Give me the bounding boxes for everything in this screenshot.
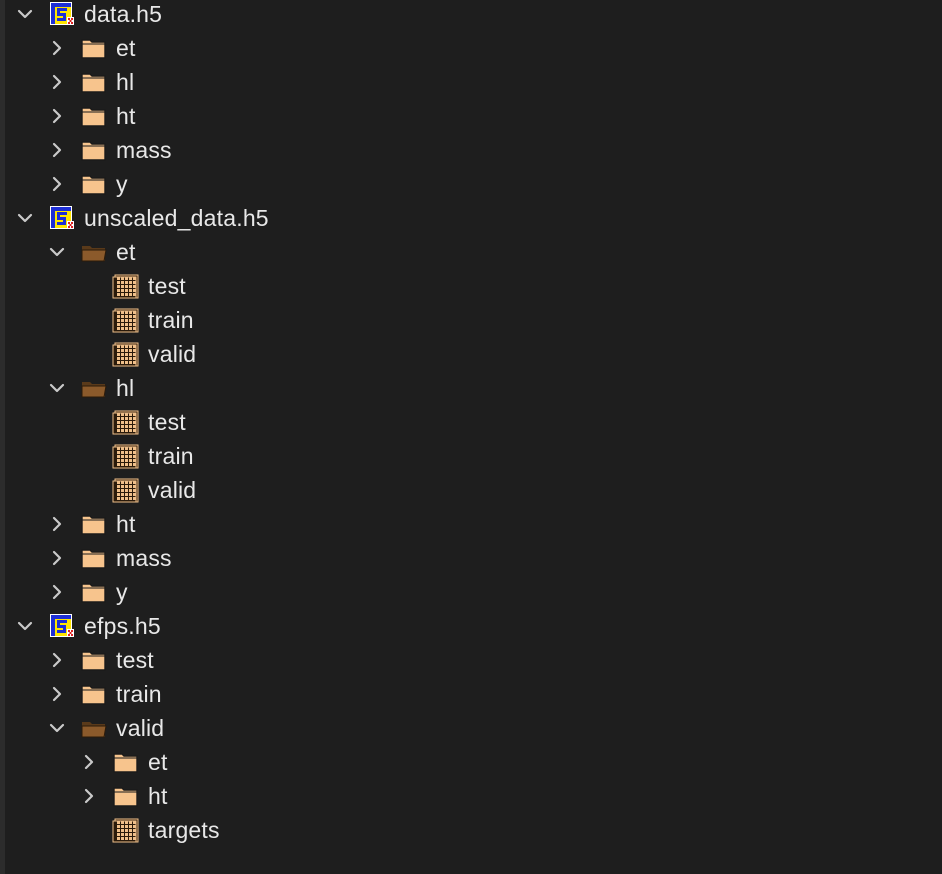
chevron-right-icon[interactable] (46, 683, 68, 705)
tree-item-label: ht (148, 783, 168, 809)
folder-icon (80, 35, 108, 61)
tree-group-row[interactable]: et (0, 31, 942, 65)
chevron-right-icon[interactable] (46, 71, 68, 93)
chevron-right-icon[interactable] (46, 513, 68, 535)
folder-icon (80, 375, 108, 401)
tree-item-label: train (116, 681, 162, 707)
tree-group-row[interactable]: hl (0, 65, 942, 99)
folder-icon (80, 681, 108, 707)
folder-icon (80, 579, 108, 605)
tree-item-label: targets (148, 817, 220, 843)
tree-dataset-row[interactable]: valid (0, 337, 942, 371)
folder-icon (80, 239, 108, 265)
tree-group-row[interactable]: valid (0, 711, 942, 745)
chevron-down-icon[interactable] (14, 207, 36, 229)
tree-group-row[interactable]: ht (0, 779, 942, 813)
folder-icon (112, 783, 140, 809)
tree-item-label: valid (116, 715, 165, 741)
tree-item-label: et (116, 239, 136, 265)
tree-file-row[interactable]: data.h5 (0, 0, 942, 31)
chevron-down-icon[interactable] (14, 3, 36, 25)
tree-item-label: test (148, 409, 186, 435)
tree-item-label: y (116, 579, 128, 605)
tree-group-row[interactable]: et (0, 745, 942, 779)
tree-item-label: y (116, 171, 128, 197)
hdf5-file-icon (48, 205, 76, 231)
chevron-right-icon[interactable] (46, 173, 68, 195)
tree-item-label: hl (116, 69, 135, 95)
tree-group-row[interactable]: hl (0, 371, 942, 405)
dataset-grid-icon (112, 409, 140, 435)
dataset-grid-icon (112, 817, 140, 843)
tree-group-row[interactable]: ht (0, 99, 942, 133)
folder-icon (112, 749, 140, 775)
chevron-right-icon[interactable] (46, 105, 68, 127)
folder-icon (80, 103, 108, 129)
folder-icon (80, 511, 108, 537)
tree-file-row[interactable]: unscaled_data.h5 (0, 201, 942, 235)
tree-group-row[interactable]: test (0, 643, 942, 677)
tree-item-label: ht (116, 103, 136, 129)
tree-dataset-row[interactable]: targets (0, 813, 942, 847)
tree-item-label: mass (116, 137, 172, 163)
chevron-down-icon[interactable] (46, 377, 68, 399)
chevron-right-icon[interactable] (46, 649, 68, 671)
chevron-down-icon[interactable] (46, 241, 68, 263)
folder-icon (80, 715, 108, 741)
tree-item-label: unscaled_data.h5 (84, 205, 269, 231)
folder-icon (80, 137, 108, 163)
dataset-grid-icon (112, 307, 140, 333)
tree-item-label: hl (116, 375, 135, 401)
tree-group-row[interactable]: y (0, 575, 942, 609)
tree-dataset-row[interactable]: test (0, 405, 942, 439)
tree-dataset-row[interactable]: test (0, 269, 942, 303)
dataset-grid-icon (112, 273, 140, 299)
folder-icon (80, 647, 108, 673)
hdf5-file-tree: data.h5 et hl ht mass y unscaled_data.h5… (0, 0, 942, 847)
tree-item-label: et (148, 749, 168, 775)
folder-icon (80, 545, 108, 571)
tree-dataset-row[interactable]: valid (0, 473, 942, 507)
chevron-right-icon[interactable] (46, 37, 68, 59)
tree-item-label: mass (116, 545, 172, 571)
dataset-grid-icon (112, 477, 140, 503)
tree-group-row[interactable]: mass (0, 541, 942, 575)
chevron-right-icon[interactable] (46, 581, 68, 603)
chevron-down-icon[interactable] (14, 615, 36, 637)
tree-item-label: valid (148, 341, 197, 367)
chevron-right-icon[interactable] (46, 547, 68, 569)
dataset-grid-icon (112, 341, 140, 367)
hdf5-file-icon (48, 613, 76, 639)
tree-file-row[interactable]: efps.h5 (0, 609, 942, 643)
tree-group-row[interactable]: ht (0, 507, 942, 541)
tree-group-row[interactable]: mass (0, 133, 942, 167)
tree-item-label: data.h5 (84, 1, 163, 27)
tree-item-label: train (148, 443, 194, 469)
tree-dataset-row[interactable]: train (0, 439, 942, 473)
chevron-right-icon[interactable] (78, 785, 100, 807)
tree-item-label: test (148, 273, 186, 299)
chevron-right-icon[interactable] (78, 751, 100, 773)
tree-dataset-row[interactable]: train (0, 303, 942, 337)
tree-item-label: test (116, 647, 154, 673)
chevron-down-icon[interactable] (46, 717, 68, 739)
hdf5-file-icon (48, 1, 76, 27)
tree-item-label: efps.h5 (84, 613, 161, 639)
folder-icon (80, 171, 108, 197)
tree-item-label: train (148, 307, 194, 333)
tree-group-row[interactable]: y (0, 167, 942, 201)
tree-group-row[interactable]: et (0, 235, 942, 269)
dataset-grid-icon (112, 443, 140, 469)
tree-item-label: valid (148, 477, 197, 503)
tree-item-label: ht (116, 511, 136, 537)
tree-item-label: et (116, 35, 136, 61)
chevron-right-icon[interactable] (46, 139, 68, 161)
tree-group-row[interactable]: train (0, 677, 942, 711)
folder-icon (80, 69, 108, 95)
